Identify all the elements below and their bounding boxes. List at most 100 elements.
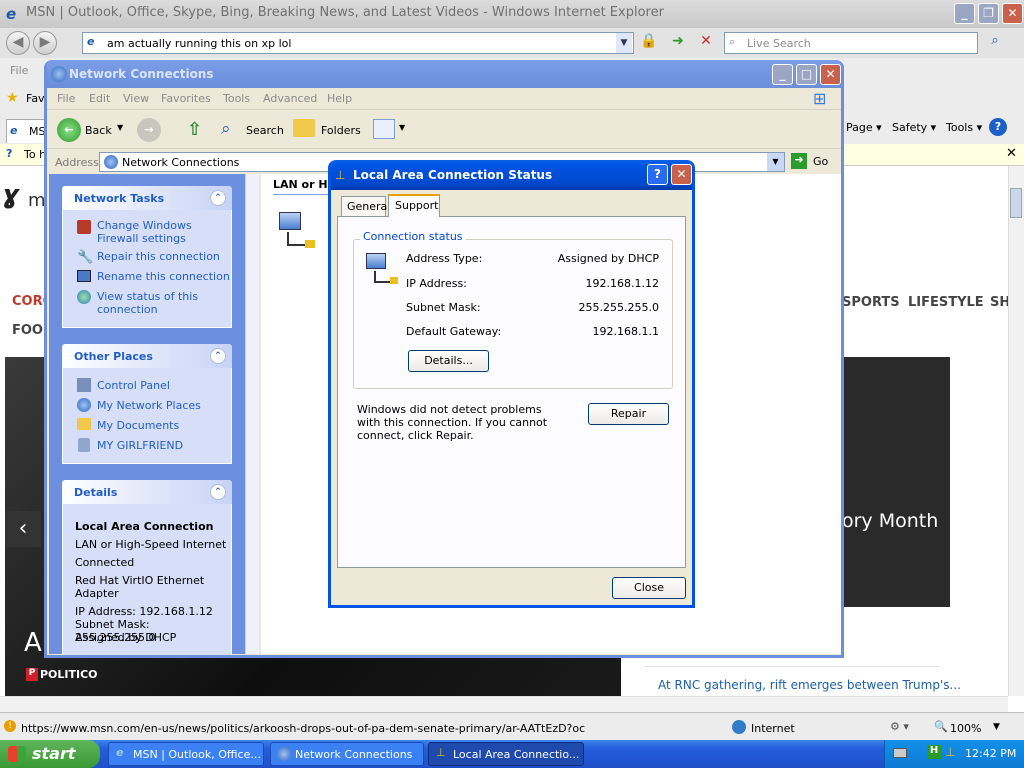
scroll-thumb[interactable]	[1010, 188, 1022, 218]
msn-headline-link[interactable]: At RNC gathering, rift emerges between T…	[658, 678, 961, 692]
repair-button[interactable]: Repair	[588, 403, 669, 425]
ie-back-button[interactable]: ◀	[6, 31, 30, 55]
nc-folders-label[interactable]: Folders	[321, 124, 361, 137]
ie-vertical-scrollbar[interactable]	[1008, 166, 1024, 696]
go-arrow-icon[interactable]: ➜	[668, 33, 688, 53]
lock-icon[interactable]: 🔒	[640, 33, 658, 53]
carousel-prev-icon[interactable]: ‹	[5, 511, 41, 547]
msn-nav-sports[interactable]: SPORTS	[842, 295, 900, 310]
politico-source: P POLITICO	[26, 668, 98, 681]
ie-restore-button[interactable]: ❐	[978, 3, 999, 24]
msn-side-card[interactable]	[839, 357, 950, 607]
collapse-chevron-icon[interactable]: ⌃	[210, 190, 226, 206]
taskbar-button-network-connections[interactable]: Network Connections	[270, 742, 424, 766]
command-page[interactable]: Page ▾	[846, 121, 882, 134]
help-icon[interactable]: ?	[989, 118, 1007, 136]
views-icon[interactable]	[373, 119, 395, 139]
back-dropdown-icon[interactable]: ▼	[117, 123, 123, 132]
nc-back-label[interactable]: Back	[85, 124, 112, 137]
views-dropdown-icon[interactable]: ▼	[399, 123, 405, 132]
ie-menu-file[interactable]: File	[10, 64, 28, 77]
nc-title-bar[interactable]: Network Connections	[47, 60, 841, 88]
divider	[645, 666, 939, 667]
firewall-icon	[77, 220, 91, 234]
info-close-icon[interactable]: ✕	[1006, 146, 1017, 161]
task-pane-scrollbar[interactable]	[245, 174, 259, 654]
nc-menu-favorites[interactable]: Favorites	[161, 92, 211, 105]
lac-help-button[interactable]: ?	[647, 164, 668, 185]
nc-menu-help[interactable]: Help	[327, 92, 352, 105]
tab-support[interactable]: Support	[388, 194, 440, 217]
nc-menu-view[interactable]: View	[123, 92, 149, 105]
tray-network-icon[interactable]: ⊥	[945, 745, 955, 759]
protected-mode-icon[interactable]: ⚙ ▾	[890, 720, 909, 733]
search-icon: ⌕	[729, 35, 736, 48]
details-header[interactable]: Details ⌃	[62, 480, 232, 504]
forward-arrow-icon[interactable]: →	[137, 118, 161, 142]
favorites-label[interactable]: Fav	[26, 92, 45, 105]
place-control-panel[interactable]: Control Panel	[97, 379, 170, 392]
zoom-level[interactable]: 100%	[950, 722, 981, 735]
details-button[interactable]: Details...	[408, 350, 489, 372]
lac-title-bar[interactable]: Local Area Connection Status	[331, 160, 692, 190]
lac-status-dialog: Local Area Connection Status ⊥ ? ✕ Gener…	[328, 160, 695, 608]
task-repair-connection[interactable]: Repair this connection	[97, 250, 220, 263]
nc-address-dropdown-icon[interactable]: ▼	[767, 153, 784, 171]
nc-menu-bar: File Edit View Favorites Tools Advanced …	[47, 88, 841, 110]
taskbar-button-ie[interactable]: MSN | Outlook, Office...	[108, 742, 264, 766]
msn-nav-lifestyle[interactable]: LIFESTYLE	[908, 295, 984, 310]
command-tools[interactable]: Tools ▾	[946, 121, 982, 134]
favorites-star-icon[interactable]: ★	[6, 90, 19, 106]
up-folder-icon[interactable]: ⇧	[187, 119, 202, 140]
plug-shape	[305, 240, 315, 248]
hero-headline-letter: A	[24, 628, 42, 658]
keyboard-icon[interactable]	[893, 748, 907, 758]
nc-menu-file[interactable]: File	[57, 92, 75, 105]
msn-nav-shopping[interactable]: SH	[990, 295, 1008, 310]
taskbar-button-lac-status[interactable]: Local Area Connectio...	[428, 742, 584, 766]
ie-horizontal-scrollbar[interactable]	[0, 696, 1008, 712]
search-placeholder: Live Search	[747, 37, 811, 50]
ie-address-bar[interactable]: am actually running this on xp lol	[82, 32, 634, 54]
nc-menu-advanced[interactable]: Advanced	[263, 92, 317, 105]
tray-h-icon[interactable]: H	[927, 745, 941, 759]
ie-close-button[interactable]: ✕	[1002, 3, 1023, 24]
nc-menu-tools[interactable]: Tools	[223, 92, 250, 105]
task-view-status[interactable]: View status of this connection	[97, 290, 217, 316]
place-my-documents[interactable]: My Documents	[97, 419, 179, 432]
task-change-firewall[interactable]: Change Windows Firewall settings	[97, 219, 227, 245]
search-go-icon[interactable]: ⌕	[984, 33, 1006, 53]
search-magnifier-icon[interactable]: ⌕	[221, 119, 231, 139]
ie-search-input[interactable]: Live Search	[724, 32, 978, 54]
place-my-girlfriend[interactable]: MY GIRLFRIEND	[97, 439, 183, 452]
back-arrow-icon[interactable]: ←	[57, 118, 81, 142]
task-rename-connection[interactable]: Rename this connection	[97, 270, 230, 283]
command-safety[interactable]: Safety ▾	[892, 121, 936, 134]
network-tasks-header[interactable]: Network Tasks ⌃	[62, 186, 232, 210]
zoom-icon[interactable]: 🔍	[934, 720, 948, 733]
nc-search-label[interactable]: Search	[246, 124, 284, 137]
nc-go-arrow-icon[interactable]: ➜	[791, 153, 807, 169]
folders-icon[interactable]	[293, 119, 315, 137]
lac-close-x-button[interactable]: ✕	[671, 164, 692, 185]
zoom-dropdown-icon[interactable]: ▼	[993, 722, 1000, 732]
tab-general[interactable]: General	[341, 196, 390, 216]
ie-minimize-button[interactable]: _	[954, 3, 975, 24]
clock[interactable]: 12:42 PM	[965, 747, 1016, 760]
collapse-chevron-icon[interactable]: ⌃	[210, 348, 226, 364]
nc-menu-edit[interactable]: Edit	[89, 92, 110, 105]
collapse-chevron-icon[interactable]: ⌃	[210, 484, 226, 500]
nc-close-button[interactable]: ✕	[820, 64, 841, 85]
place-my-network-places[interactable]: My Network Places	[97, 399, 201, 412]
lan-connection-icon[interactable]	[277, 208, 321, 252]
close-button[interactable]: Close	[612, 577, 686, 599]
nc-go-label[interactable]: Go	[813, 155, 828, 168]
nc-minimize-button[interactable]: _	[772, 64, 793, 85]
status-url: https://www.msn.com/en-us/news/politics/…	[21, 722, 585, 735]
nc-maximize-button[interactable]: □	[796, 64, 817, 85]
stop-icon[interactable]: ✕	[696, 33, 716, 53]
windows-flag-icon: ⊞	[813, 89, 827, 108]
other-places-header[interactable]: Other Places ⌃	[62, 344, 232, 368]
ie-forward-button[interactable]: ▶	[33, 31, 57, 55]
address-dropdown-icon[interactable]: ▼	[616, 33, 632, 53]
